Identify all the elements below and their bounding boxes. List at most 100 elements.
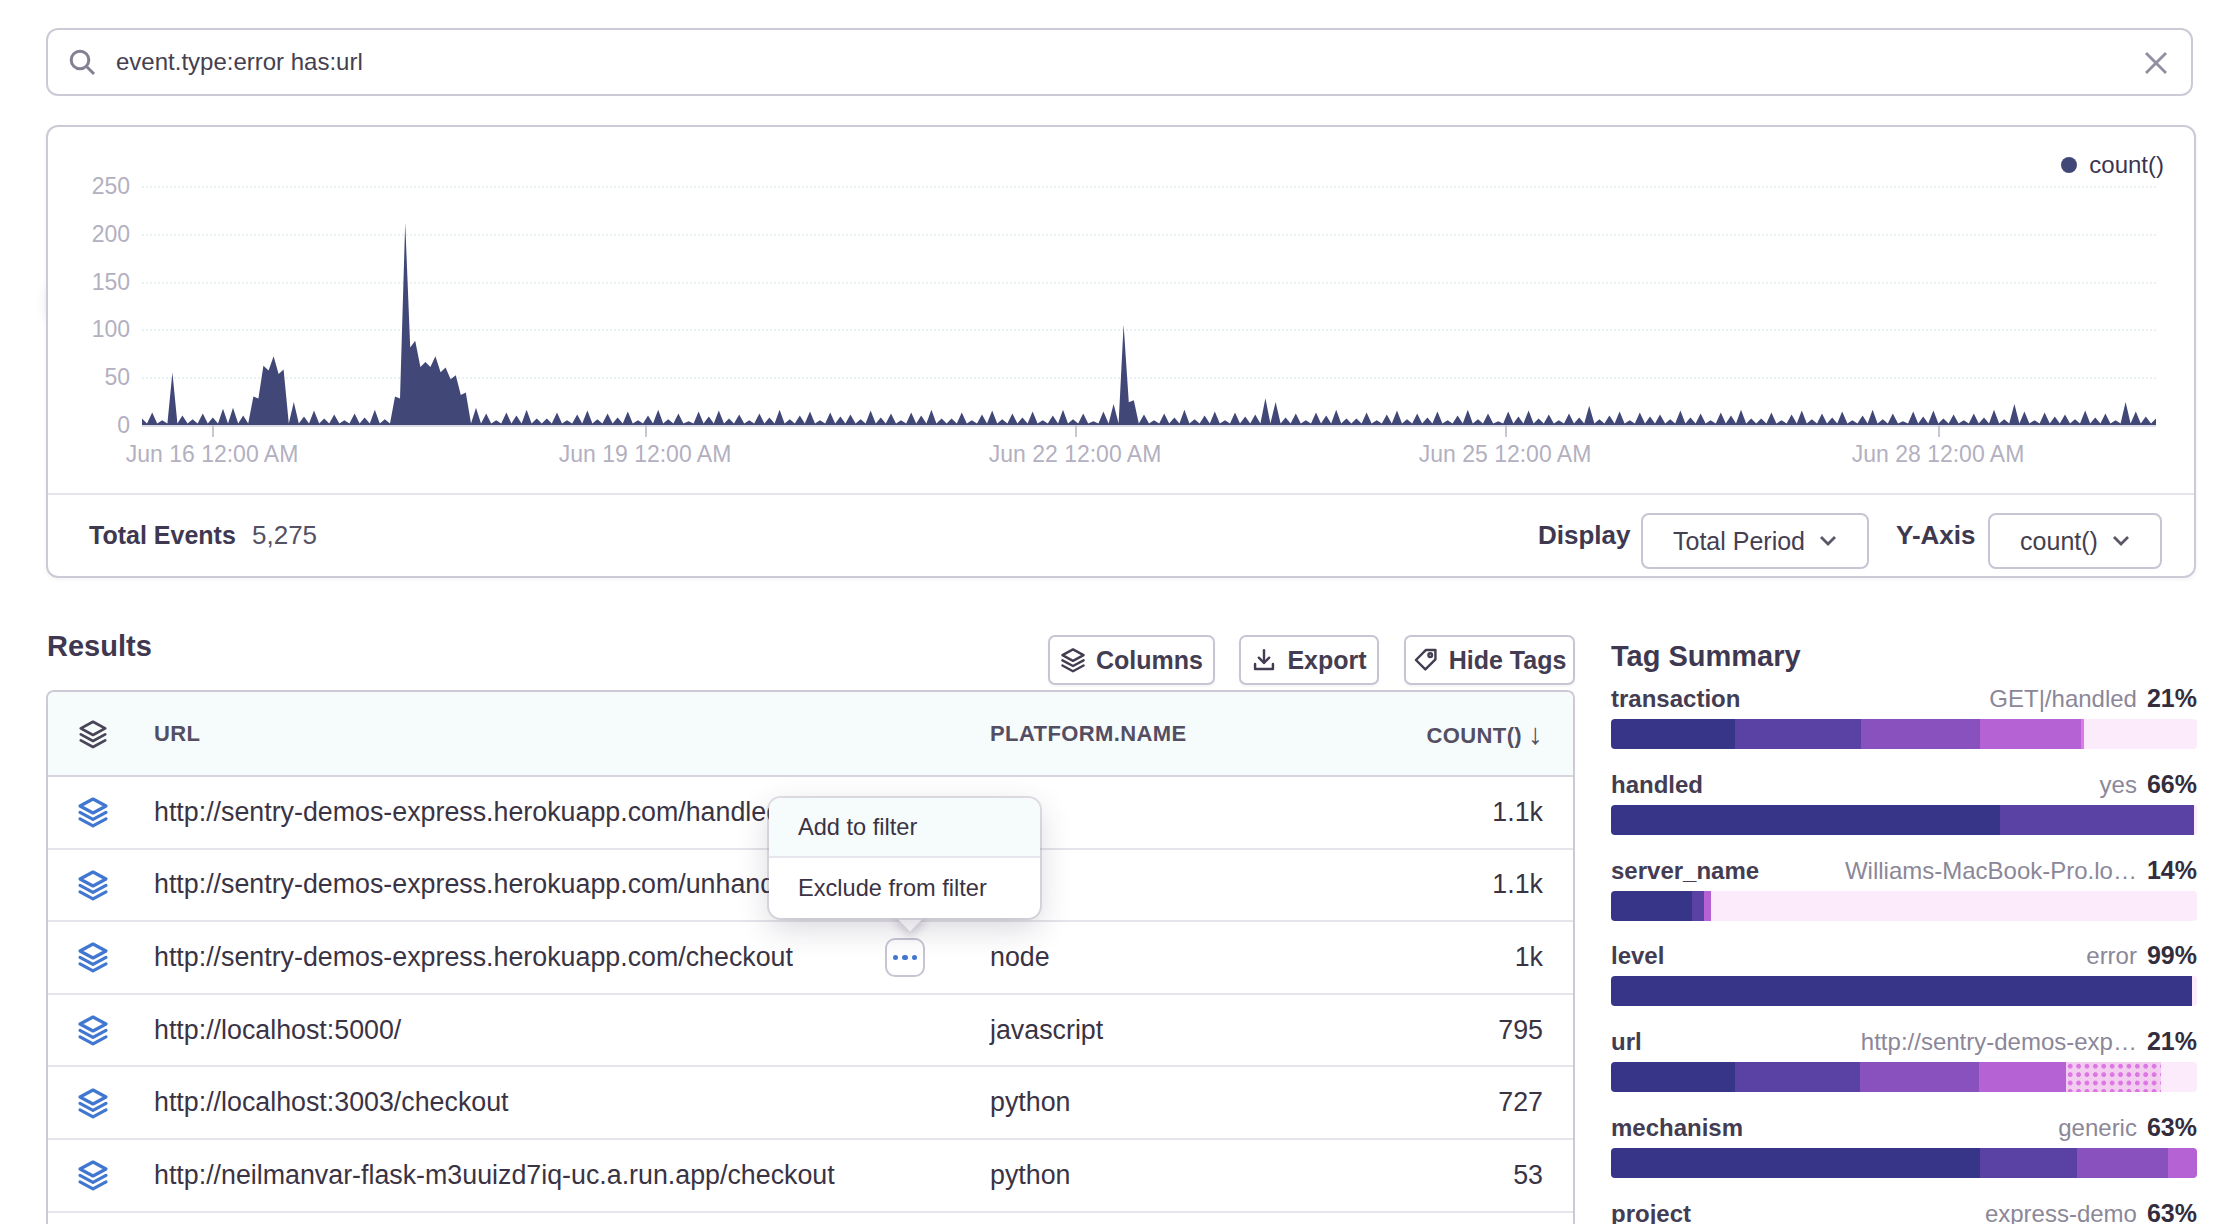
legend-dot-icon	[2061, 157, 2077, 173]
column-header-platform-name[interactable]: PLATFORM.NAME	[990, 721, 1310, 747]
tag-bar-segment[interactable]	[2192, 976, 2197, 1006]
table-row: http://neilmanvar-flask-m3uuizd7iq-uc.a.…	[48, 1140, 1573, 1213]
tag-bar-segment[interactable]	[1860, 1062, 1979, 1092]
columns-button[interactable]: Columns	[1048, 635, 1215, 685]
x-axis-tick-label: Jun 16 12:00 AM	[82, 441, 342, 468]
display-label: Display	[1538, 495, 1631, 576]
url-cell[interactable]: http://localhost:5000/	[154, 1015, 401, 1046]
platform-cell: python	[990, 1160, 1310, 1191]
tag-top-percent: 21%	[2147, 1027, 2197, 1056]
tag-bar-segment[interactable]	[1861, 719, 1980, 749]
display-dropdown[interactable]: Total Period	[1641, 513, 1869, 569]
column-header-stack-icon[interactable]	[48, 719, 138, 749]
tag-top-percent: 14%	[2147, 856, 2197, 885]
tag-bar-segment[interactable]	[1611, 719, 1735, 749]
tag-top-value: http://sentry-demos-exp…	[1861, 1028, 2137, 1056]
layers-icon	[1060, 647, 1086, 673]
tag-summary-title: Tag Summary	[1611, 640, 2197, 673]
x-axis-tick	[1505, 425, 1507, 437]
tag-bar-segment[interactable]	[2084, 719, 2197, 749]
url-cell[interactable]: http://sentry-demos-express.herokuapp.co…	[154, 869, 811, 900]
tag-bar-segment[interactable]	[2161, 1062, 2197, 1092]
menu-item-exclude-from-filter[interactable]: Exclude from filter	[769, 858, 1040, 918]
url-cell[interactable]: http://sentry-demos-express.herokuapp.co…	[154, 797, 781, 828]
count-cell: 795	[1310, 1015, 1573, 1046]
tag-name: server_name	[1611, 857, 1759, 885]
tag-row-handled: handledyes66%	[1611, 770, 2197, 799]
tag-name: transaction	[1611, 685, 1740, 713]
total-events-value: 5,275	[252, 495, 317, 576]
tag-row-mechanism: mechanismgeneric63%	[1611, 1113, 2197, 1142]
count-cell: 53	[1310, 1160, 1573, 1191]
tag-bar	[1611, 805, 2197, 835]
platform-cell: python	[990, 1087, 1310, 1118]
tag-bar-segment[interactable]	[1692, 891, 1704, 921]
events-chart-panel: count() 250200150100500 Jun 16 12:00 AMJ…	[46, 125, 2196, 578]
export-button[interactable]: Export	[1239, 635, 1379, 685]
tag-bar-segment[interactable]	[1980, 719, 2081, 749]
search-bar[interactable]: event.type:error has:url	[46, 28, 2193, 96]
column-header-count[interactable]: COUNT()↓	[1310, 717, 1573, 750]
yaxis-dropdown[interactable]: count()	[1988, 513, 2162, 569]
y-axis-tick-label: 0	[50, 412, 130, 439]
hide-tags-button-label: Hide Tags	[1449, 646, 1567, 675]
url-cell[interactable]: http://sentry-demos-express.herokuapp.co…	[154, 942, 793, 973]
count-header-label: COUNT()	[1426, 723, 1522, 748]
tag-bar-segment[interactable]	[2168, 1148, 2197, 1178]
results-table: URL PLATFORM.NAME COUNT()↓ http://sentry…	[46, 690, 1575, 1224]
tag-row-url: url http://sentry-demos-exp… 21%	[1611, 1027, 2197, 1056]
hide-tags-button[interactable]: Hide Tags	[1404, 635, 1575, 685]
tag-bar-segment[interactable]	[2194, 805, 2197, 835]
tag-bar	[1611, 719, 2197, 749]
tag-bar-segment[interactable]	[1980, 1148, 2077, 1178]
menu-item-add-to-filter[interactable]: Add to filter	[769, 798, 1040, 858]
url-cell[interactable]: http://neilmanvar-flask-m3uuizd7iq-uc.a.…	[154, 1160, 835, 1191]
tag-bar	[1611, 1148, 2197, 1178]
tag-bar-segment[interactable]	[1704, 891, 1711, 921]
tag-top-percent: 21%	[2147, 684, 2197, 713]
tag-bar-segment[interactable]	[1611, 891, 1692, 921]
chart-legend[interactable]: count()	[2061, 151, 2164, 179]
tag-row-transaction: transactionGET|/handled21%	[1611, 684, 2197, 713]
clear-search-icon[interactable]	[2143, 50, 2169, 76]
column-header-url[interactable]: URL	[138, 721, 990, 747]
yaxis-label: Y-Axis	[1896, 495, 1976, 576]
tag-bar-segment[interactable]	[1979, 1062, 2066, 1092]
row-actions-button[interactable]	[885, 942, 925, 973]
tag-top-value: error	[2086, 942, 2137, 970]
table-header-row: URL PLATFORM.NAME COUNT()↓	[48, 692, 1573, 777]
layers-icon	[77, 941, 109, 973]
context-menu: Add to filter Exclude from filter	[769, 798, 1040, 918]
tag-bar-segment[interactable]	[1735, 1062, 1860, 1092]
tag-bar-segment[interactable]	[2066, 1062, 2161, 1092]
url-cell[interactable]: http://localhost:3003/checkout	[154, 1087, 509, 1118]
x-axis-tick	[1938, 425, 1940, 437]
download-icon	[1251, 647, 1277, 673]
tag-bar-segment[interactable]	[1611, 805, 2000, 835]
tag-bar-segment[interactable]	[2000, 805, 2195, 835]
tag-top-value: Williams-MacBook-Pro.lo…	[1845, 857, 2137, 885]
sort-desc-arrow-icon: ↓	[1528, 718, 1543, 750]
events-area-chart	[142, 182, 2156, 426]
tag-name: handled	[1611, 771, 1703, 799]
tag-bar-segment[interactable]	[1611, 976, 2192, 1006]
table-row: http://sentry-demos-express.herokuapp.co…	[48, 922, 1573, 995]
tag-name: url	[1611, 1028, 1642, 1056]
display-dropdown-value: Total Period	[1673, 527, 1805, 556]
export-button-label: Export	[1287, 646, 1366, 675]
y-axis-tick-label: 50	[50, 364, 130, 391]
tag-top-value: yes	[2100, 771, 2137, 799]
chevron-down-icon	[2112, 535, 2130, 547]
tag-bar-segment[interactable]	[2077, 1148, 2168, 1178]
count-cell: 727	[1310, 1087, 1573, 1118]
tag-icon	[1413, 647, 1439, 673]
layers-icon	[77, 796, 109, 828]
y-axis-tick-label: 250	[50, 173, 130, 200]
search-input[interactable]: event.type:error has:url	[116, 48, 363, 76]
tag-bar-segment[interactable]	[1611, 1062, 1735, 1092]
tag-bar-segment[interactable]	[1735, 719, 1860, 749]
tag-bar-segment[interactable]	[1711, 891, 2197, 921]
table-row: http://localhost:5000/javascript795	[48, 995, 1573, 1068]
tag-name: mechanism	[1611, 1114, 1743, 1142]
tag-bar-segment[interactable]	[1611, 1148, 1980, 1178]
